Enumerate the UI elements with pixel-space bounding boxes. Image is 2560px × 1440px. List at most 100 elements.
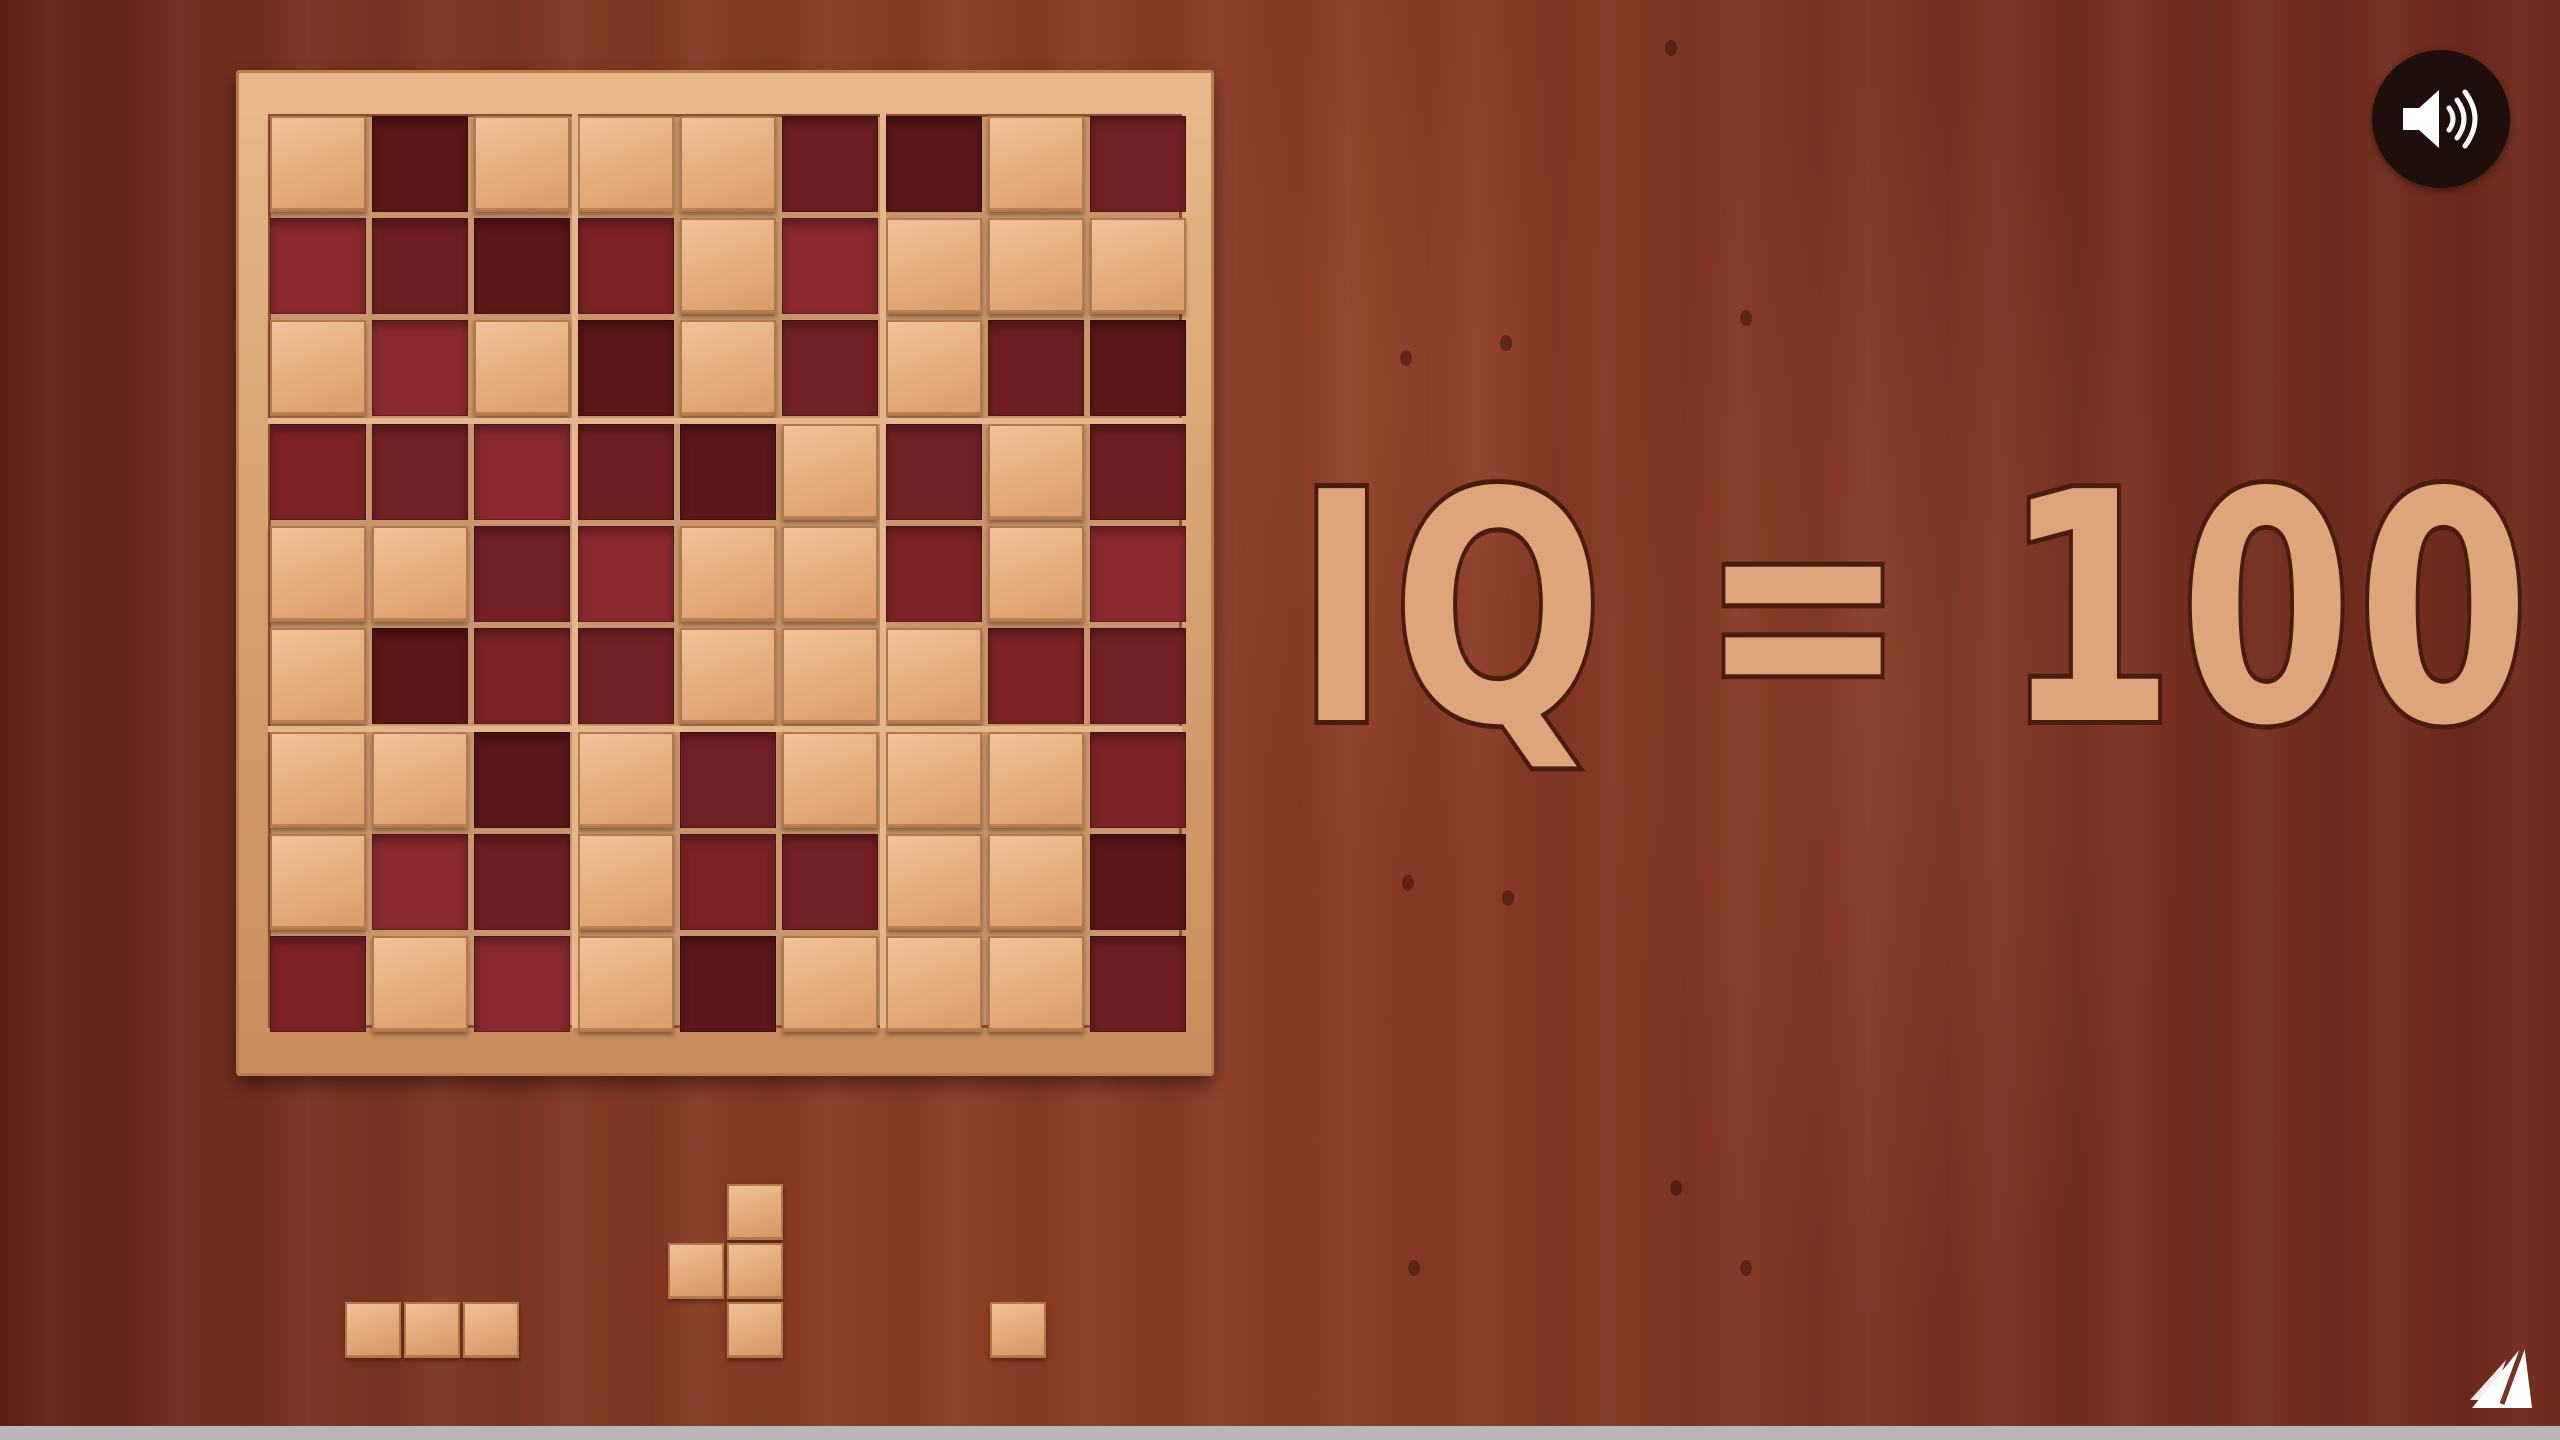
board-cell-empty[interactable] [270,218,366,314]
board-cell-filled[interactable] [578,936,674,1032]
wood-knot [1740,1260,1752,1276]
board-cell-empty[interactable] [372,628,468,724]
board-cell-empty[interactable] [474,218,570,314]
board-cell-empty[interactable] [886,526,982,622]
board-cell-filled[interactable] [578,116,674,212]
board-cell-filled[interactable] [372,526,468,622]
board-cell-empty[interactable] [474,732,570,828]
board-cell-filled[interactable] [886,936,982,1032]
wood-knot [1665,40,1677,56]
board-cell-empty[interactable] [1090,936,1186,1032]
board-cell-filled[interactable] [886,732,982,828]
board-cell-filled[interactable] [988,936,1084,1032]
board-cell-empty[interactable] [372,116,468,212]
board-cell-empty[interactable] [1090,116,1186,212]
board-cell-filled[interactable] [886,218,982,314]
board-cell-filled[interactable] [680,116,776,212]
board-cell-filled[interactable] [680,320,776,416]
wood-knot [1400,350,1412,366]
board-cell-empty[interactable] [578,526,674,622]
board-cell-filled[interactable] [474,116,570,212]
board-cell-filled[interactable] [372,732,468,828]
board-cell-empty[interactable] [1090,628,1186,724]
board-cell-empty[interactable] [886,116,982,212]
board-block-divider [268,418,1182,424]
board-cell-empty[interactable] [1090,834,1186,930]
board-cell-filled[interactable] [270,732,366,828]
board-cell-empty[interactable] [474,936,570,1032]
board-cell-empty[interactable] [578,424,674,520]
board-cell-empty[interactable] [372,218,468,314]
board-cell-filled[interactable] [680,526,776,622]
board-cell-empty[interactable] [680,936,776,1032]
board-cell-filled[interactable] [474,320,570,416]
board-cell-filled[interactable] [680,218,776,314]
piece-block [404,1302,460,1358]
board-cell-filled[interactable] [988,526,1084,622]
wood-knot [1500,335,1512,351]
board-cell-filled[interactable] [782,424,878,520]
board-cell-empty[interactable] [474,526,570,622]
piece-block [668,1243,724,1299]
game-board-frame [236,70,1214,1076]
board-cell-empty[interactable] [988,320,1084,416]
board-cell-empty[interactable] [578,320,674,416]
board-cell-filled[interactable] [782,936,878,1032]
board-cell-filled[interactable] [782,526,878,622]
board-cell-filled[interactable] [372,936,468,1032]
board-cell-filled[interactable] [988,116,1084,212]
board-cell-empty[interactable] [680,424,776,520]
board-cell-filled[interactable] [782,628,878,724]
board-cell-filled[interactable] [1090,218,1186,314]
board-cell-empty[interactable] [474,834,570,930]
board-cell-filled[interactable] [578,732,674,828]
board-cell-empty[interactable] [372,320,468,416]
board-cell-filled[interactable] [886,320,982,416]
board-cell-empty[interactable] [782,116,878,212]
board-cell-empty[interactable] [1090,526,1186,622]
wood-knot [1670,1180,1682,1196]
board-cell-filled[interactable] [988,218,1084,314]
piece-block [463,1302,519,1358]
board-cell-empty[interactable] [474,628,570,724]
sound-toggle-button[interactable] [2372,50,2510,188]
board-cell-filled[interactable] [886,628,982,724]
board-cell-empty[interactable] [578,218,674,314]
board-cell-empty[interactable] [988,628,1084,724]
board-cell-empty[interactable] [270,424,366,520]
board-cell-filled[interactable] [680,628,776,724]
board-cell-empty[interactable] [782,218,878,314]
board-cell-filled[interactable] [270,320,366,416]
board-cell-filled[interactable] [988,732,1084,828]
board-cell-filled[interactable] [988,834,1084,930]
board-cell-filled[interactable] [988,424,1084,520]
board-cell-filled[interactable] [578,834,674,930]
board-cell-empty[interactable] [578,628,674,724]
board-cell-empty[interactable] [1090,320,1186,416]
board-cell-filled[interactable] [782,732,878,828]
board-cell-empty[interactable] [270,936,366,1032]
board-cell-empty[interactable] [1090,732,1186,828]
board-cell-filled[interactable] [270,526,366,622]
wood-knot [1740,310,1752,326]
board-cell-empty[interactable] [474,424,570,520]
wood-knot [1408,1260,1420,1276]
board-cell-empty[interactable] [782,834,878,930]
board-block-divider [268,726,1182,732]
board-cell-empty[interactable] [372,424,468,520]
board-cell-empty[interactable] [886,424,982,520]
board-cell-empty[interactable] [1090,424,1186,520]
video-progress-bar[interactable] [0,1426,2560,1440]
board-cell-filled[interactable] [270,834,366,930]
board-cell-empty[interactable] [372,834,468,930]
board-cell-filled[interactable] [886,834,982,930]
piece-block [727,1243,783,1299]
piece-block [727,1302,783,1358]
board-cell-filled[interactable] [270,628,366,724]
board-cell-empty[interactable] [680,834,776,930]
board-cell-empty[interactable] [782,320,878,416]
board-cell-empty[interactable] [680,732,776,828]
board-block-divider [572,114,578,1028]
board-cell-filled[interactable] [270,116,366,212]
game-board-grid[interactable] [268,114,1186,1032]
